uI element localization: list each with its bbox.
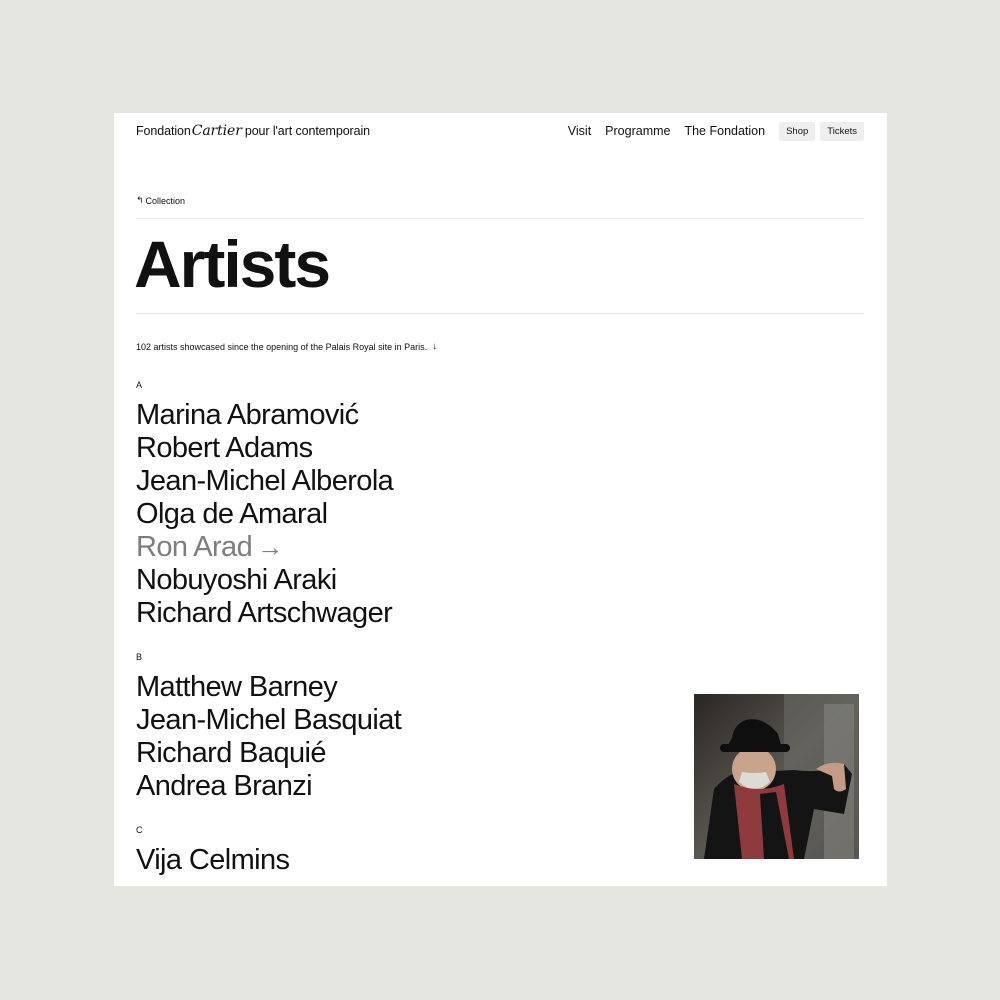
artist-link[interactable]: Vija Celmins [136,844,290,877]
section-letter-a: A [136,380,143,390]
site-logo[interactable]: Fondation Cartier pour l'art contemporai… [136,123,370,139]
section-letter-c: C [136,825,143,835]
artist-link[interactable]: Robert Adams [136,432,393,465]
artist-link[interactable]: Richard Artschwager [136,597,393,630]
site-header: Fondation Cartier pour l'art contemporai… [136,121,864,141]
artist-link[interactable]: Olga de Amaral [136,498,393,531]
section-letter-b: B [136,652,143,662]
divider [136,313,864,314]
page-title: Artists [134,227,331,301]
arrow-right-icon: → [257,532,283,562]
logo-tagline: pour l'art contemporain [244,124,370,138]
artist-link-hovered[interactable]: Ron Arad → [136,531,393,564]
artist-list-c: Vija Celmins [136,844,290,877]
arrow-down-icon[interactable]: ↓ [432,341,437,352]
artist-hover-portrait [694,694,859,859]
artist-link[interactable]: Nobuyoshi Araki [136,564,393,597]
tickets-button[interactable]: Tickets [820,121,864,141]
main-nav: Visit Programme The Fondation Shop Ticke… [554,121,864,141]
logo-fondation: Fondation [136,124,191,138]
nav-programme[interactable]: Programme [605,124,670,138]
artist-link[interactable]: Jean-Michel Basquiat [136,704,402,737]
shop-button[interactable]: Shop [779,121,816,141]
artist-link-label: Ron Arad [136,531,253,563]
arrow-up-left-icon: ↰ [136,195,144,205]
breadcrumb-label: Collection [145,195,186,206]
artist-link[interactable]: Jean-Michel Alberola [136,465,394,498]
artist-link[interactable]: Richard Baquié [136,737,401,770]
artist-link[interactable]: Andrea Branzi [136,770,401,803]
artist-link[interactable]: Matthew Barney [136,671,401,704]
intro-label: 102 artists showcased since the opening … [136,341,428,352]
artist-list-b: Matthew Barney Jean-Michel Basquiat Rich… [136,671,402,803]
divider [136,218,864,219]
nav-visit[interactable]: Visit [568,124,591,138]
artist-list-a: Marina Abramović Robert Adams Jean-Miche… [136,399,394,630]
breadcrumb-collection[interactable]: ↰ Collection [136,195,185,206]
page-card: Fondation Cartier pour l'art contemporai… [114,113,887,886]
artist-link[interactable]: Marina Abramović [136,399,393,432]
logo-cartier: Cartier [191,123,242,139]
nav-the-fondation[interactable]: The Fondation [684,124,765,138]
intro-text: 102 artists showcased since the opening … [136,341,437,352]
